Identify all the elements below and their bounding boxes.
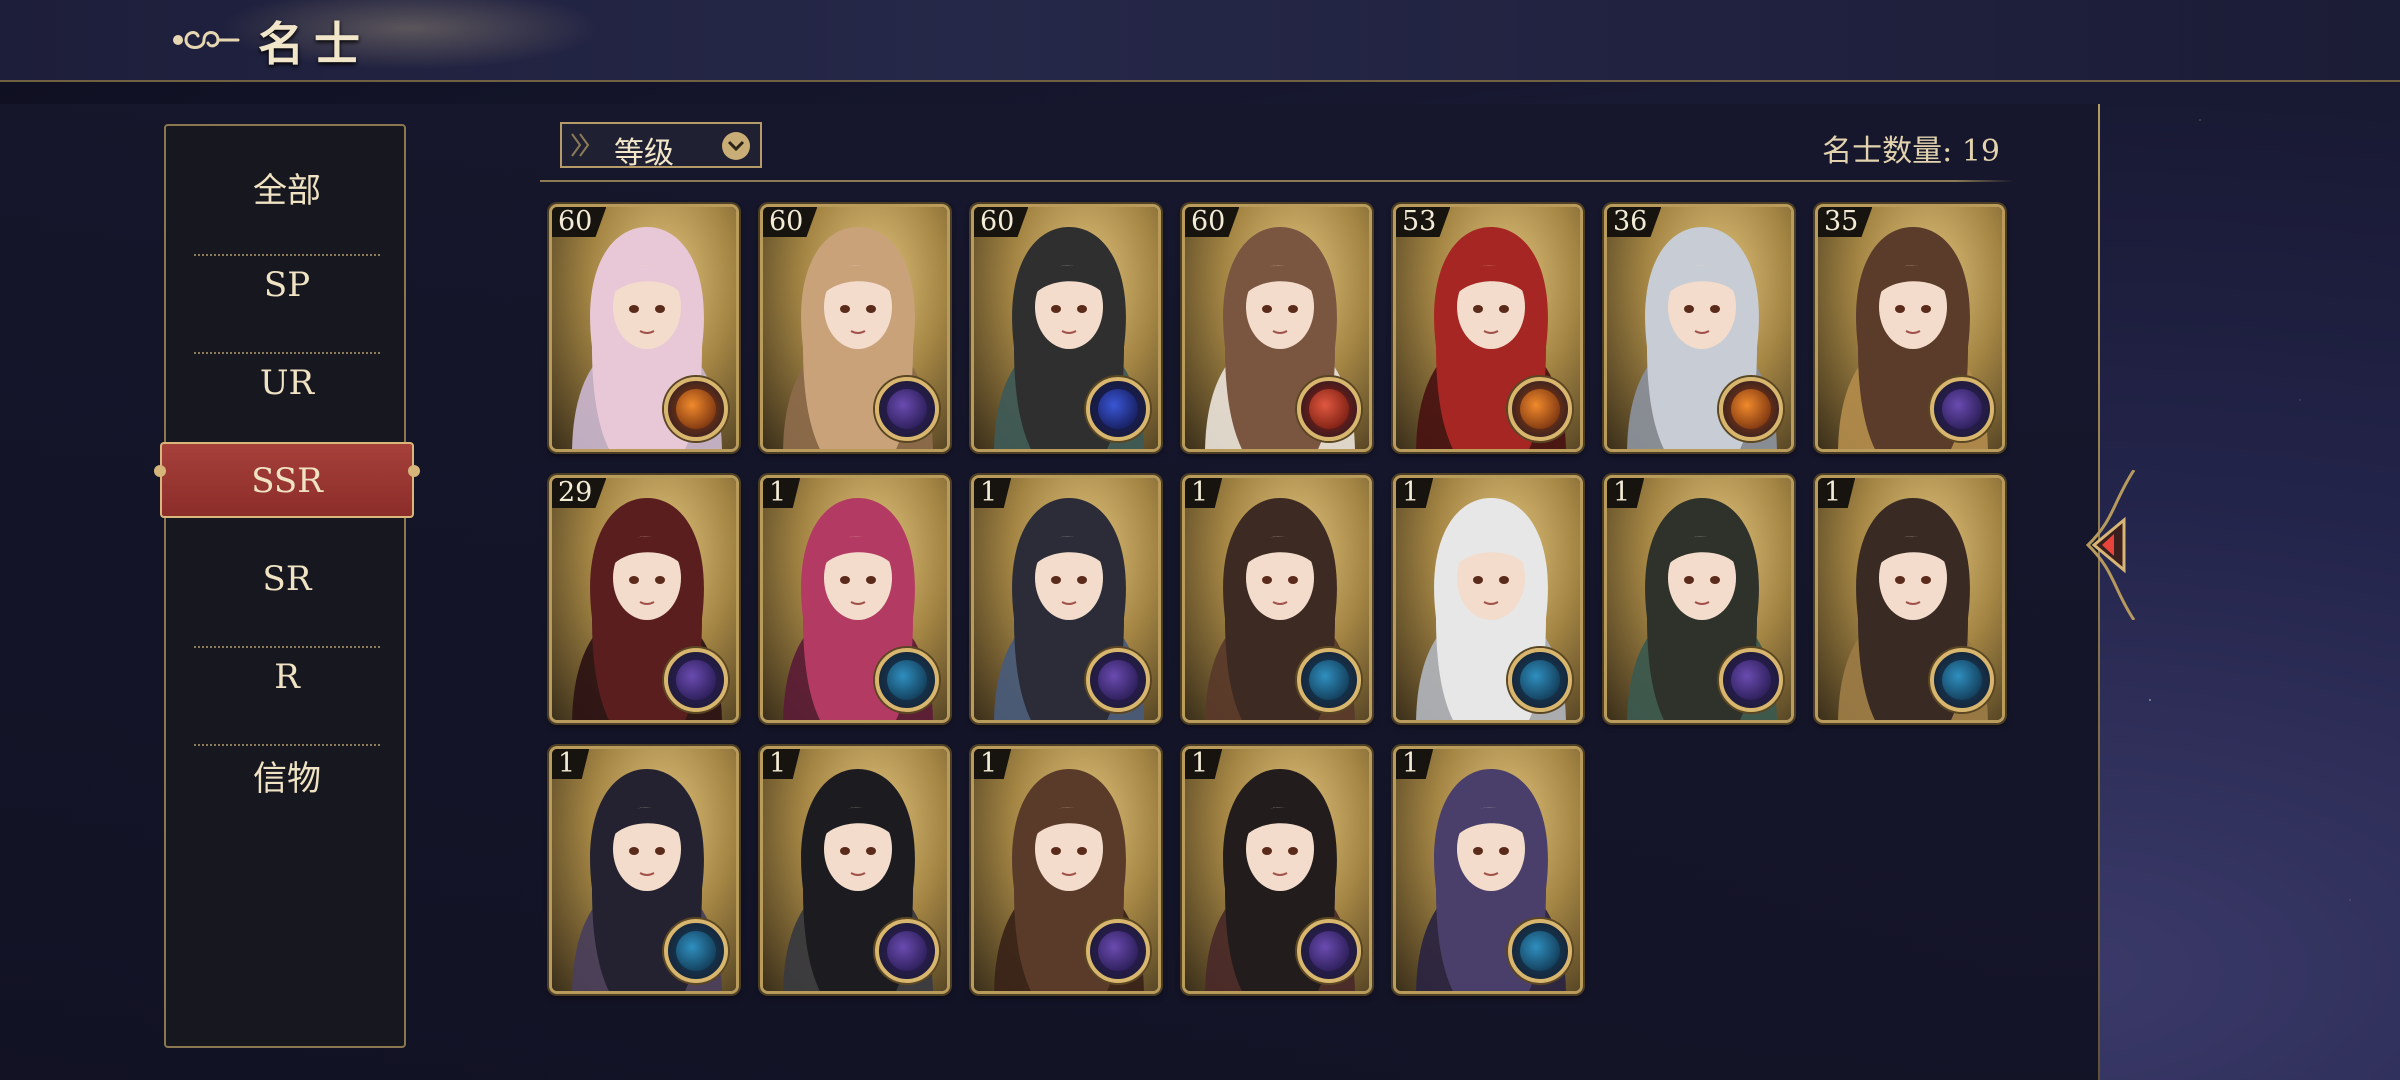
sort-dropdown[interactable]: 等级 bbox=[560, 122, 762, 171]
sidebar-item-sr[interactable]: SR bbox=[166, 530, 408, 628]
filter-divider bbox=[540, 180, 2014, 182]
element-emblem-icon bbox=[1297, 919, 1361, 983]
sidebar-item-label: SSR bbox=[251, 461, 323, 501]
hero-card[interactable]: 1 bbox=[971, 746, 1161, 994]
sidebar-item-sp[interactable]: SP bbox=[166, 236, 408, 334]
element-emblem-icon bbox=[1297, 648, 1361, 712]
hero-card[interactable]: 60 bbox=[971, 204, 1161, 452]
rarity-sidebar: 全部 SP UR SSR SR R 信物 bbox=[154, 124, 420, 1048]
sidebar-item-tokens[interactable]: 信物 bbox=[166, 726, 408, 824]
cloud-swirl-icon bbox=[173, 31, 240, 49]
element-emblem-icon bbox=[1086, 377, 1150, 441]
hero-card[interactable]: 1 bbox=[549, 746, 739, 994]
sort-dropdown-label: 等级 bbox=[614, 136, 674, 171]
sidebar-item-label: 信物 bbox=[253, 758, 321, 799]
element-emblem-icon bbox=[1086, 648, 1150, 712]
chevron-down-icon bbox=[722, 132, 750, 160]
pill-dot bbox=[408, 465, 420, 477]
element-emblem-icon bbox=[875, 919, 939, 983]
sidebar-item-label: SP bbox=[263, 265, 311, 305]
ornament-icon bbox=[571, 133, 590, 157]
hero-card[interactable]: 1 bbox=[1393, 746, 1583, 994]
sidebar-item-label: 全部 bbox=[253, 170, 321, 211]
hero-card[interactable]: 60 bbox=[1182, 204, 1372, 452]
element-emblem-icon bbox=[1508, 919, 1572, 983]
element-emblem-icon bbox=[1719, 377, 1783, 441]
sidebar-item-all[interactable]: 全部 bbox=[166, 138, 408, 236]
element-emblem-icon bbox=[875, 377, 939, 441]
sidebar-item-ur[interactable]: UR bbox=[166, 334, 408, 432]
element-emblem-icon bbox=[1930, 377, 1994, 441]
hero-card[interactable]: 1 bbox=[760, 746, 950, 994]
sidebar-item-ssr[interactable]: SSR bbox=[154, 432, 420, 530]
element-emblem-icon bbox=[1297, 377, 1361, 441]
element-emblem-icon bbox=[1508, 377, 1572, 441]
hero-card[interactable]: 35 bbox=[1815, 204, 2005, 452]
element-emblem-icon bbox=[664, 377, 728, 441]
hero-card[interactable]: 60 bbox=[549, 204, 739, 452]
sidebar-item-label: UR bbox=[259, 363, 315, 403]
element-emblem-icon bbox=[1508, 648, 1572, 712]
sidebar-item-label: R bbox=[274, 657, 300, 697]
element-emblem-icon bbox=[664, 919, 728, 983]
hero-card[interactable]: 36 bbox=[1604, 204, 1794, 452]
hero-card[interactable]: 29 bbox=[549, 475, 739, 723]
hero-card[interactable]: 53 bbox=[1393, 204, 1583, 452]
hero-card[interactable]: 1 bbox=[971, 475, 1161, 723]
hero-card[interactable]: 1 bbox=[1604, 475, 1794, 723]
hero-card[interactable]: 60 bbox=[760, 204, 950, 452]
top-header: 名士 bbox=[0, 0, 2400, 82]
hero-count: 名士数量: 19 bbox=[1822, 134, 2000, 169]
hero-card[interactable]: 1 bbox=[1182, 746, 1372, 994]
hero-card[interactable]: 1 bbox=[760, 475, 950, 723]
hero-card[interactable]: 1 bbox=[1182, 475, 1372, 723]
element-emblem-icon bbox=[664, 648, 728, 712]
element-emblem-icon bbox=[875, 648, 939, 712]
element-emblem-icon bbox=[1719, 648, 1783, 712]
page-title: 名士 bbox=[258, 17, 370, 71]
hero-card[interactable]: 1 bbox=[1393, 475, 1583, 723]
sidebar-item-label: SR bbox=[262, 559, 312, 599]
sidebar-item-r[interactable]: R bbox=[166, 628, 408, 726]
pill-dot bbox=[154, 465, 166, 477]
element-emblem-icon bbox=[1086, 919, 1150, 983]
element-emblem-icon bbox=[1930, 648, 1994, 712]
hero-card[interactable]: 1 bbox=[1815, 475, 2005, 723]
collapse-arrow-icon[interactable] bbox=[2074, 470, 2136, 620]
